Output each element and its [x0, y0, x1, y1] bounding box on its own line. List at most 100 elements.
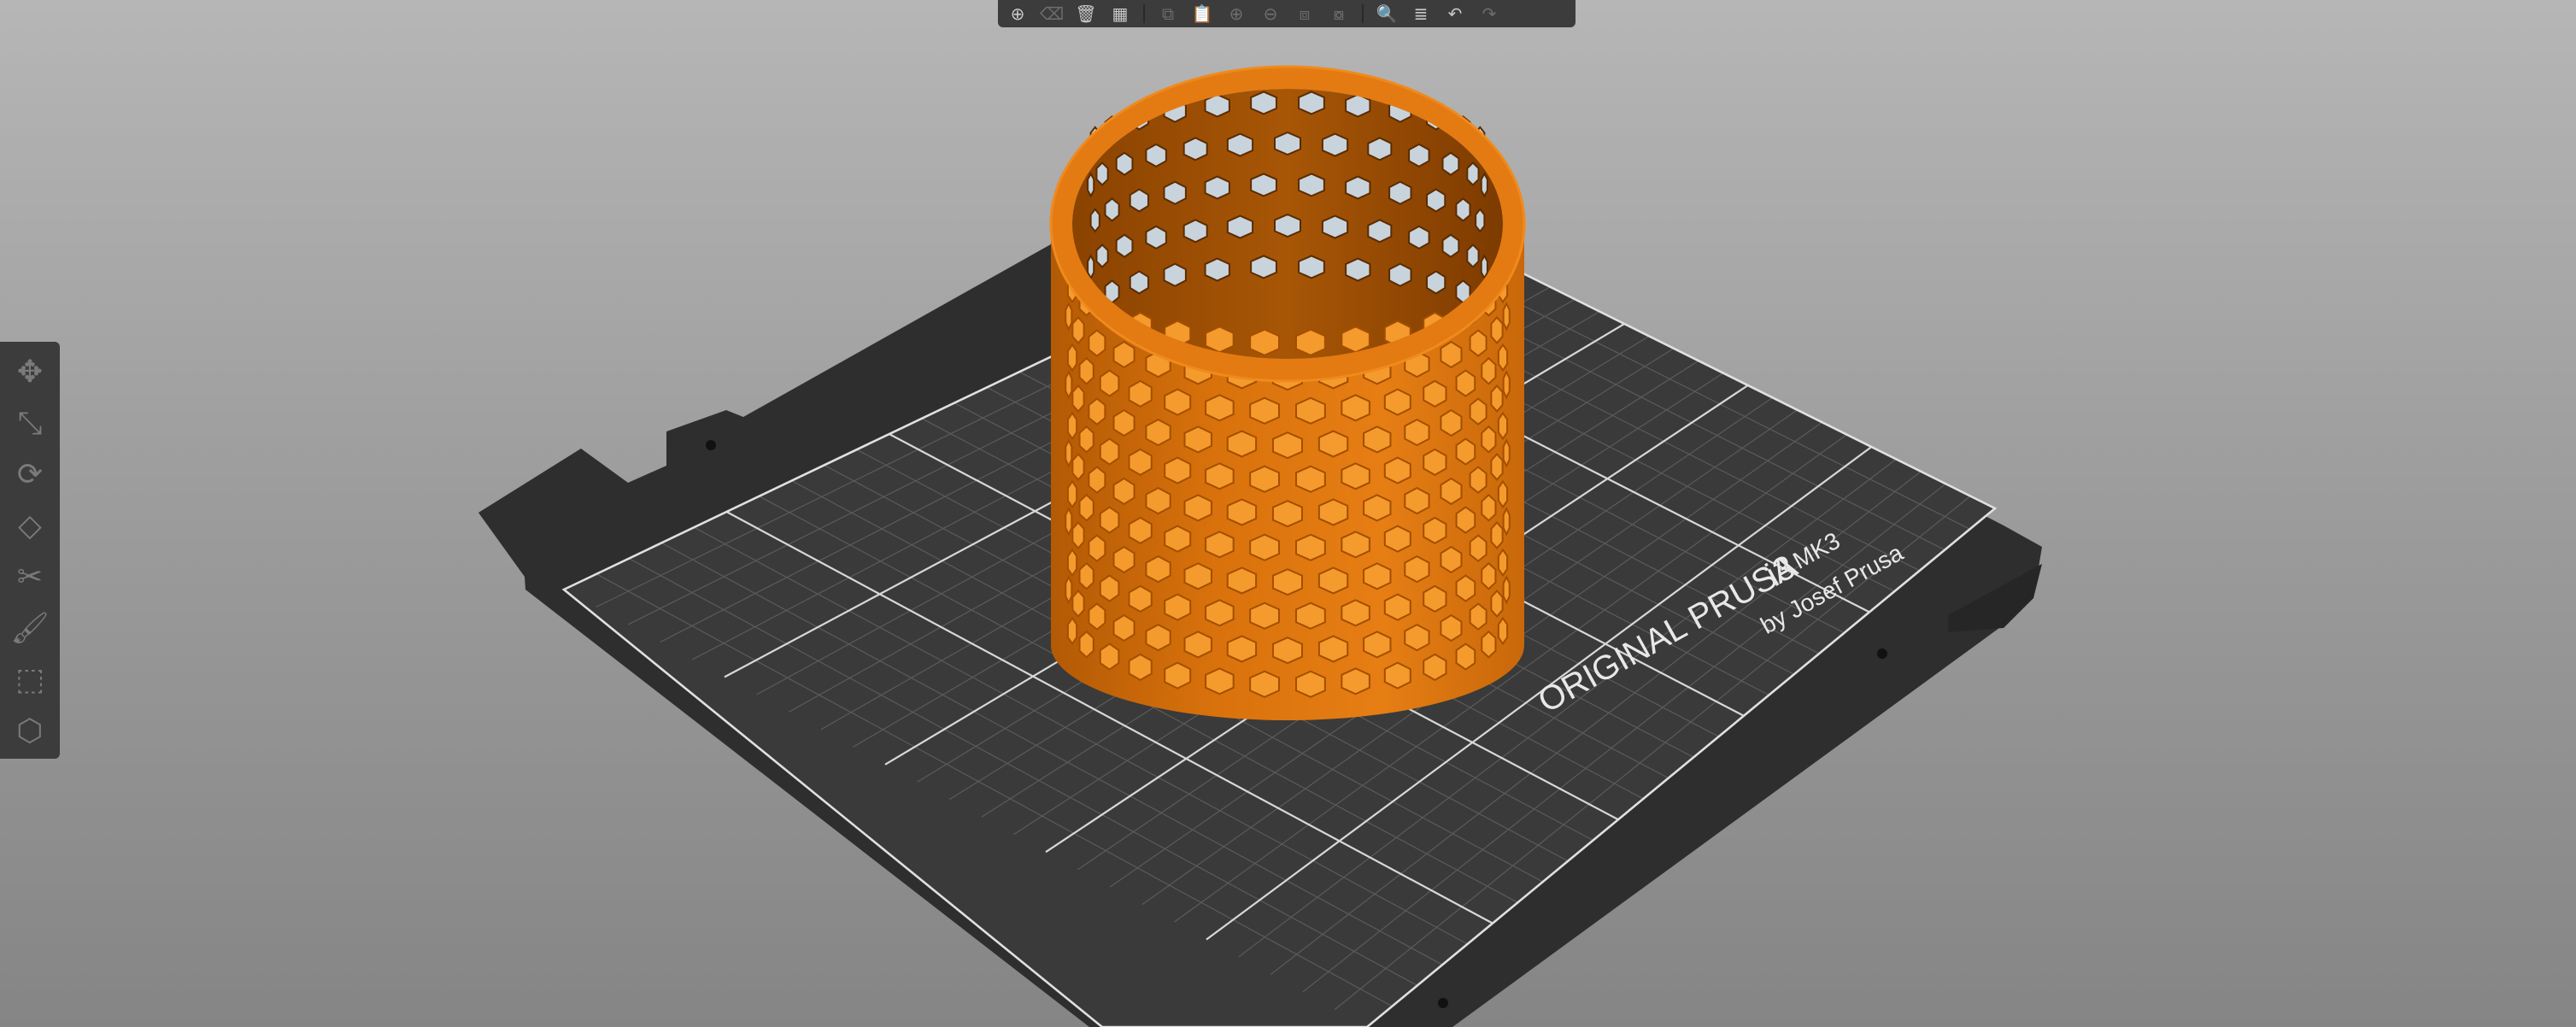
- place-on-face-icon[interactable]: ◇: [4, 502, 56, 550]
- split-objects-icon[interactable]: ⧈: [1290, 2, 1319, 26]
- delete-icon[interactable]: ⌫: [1037, 2, 1066, 26]
- delete-all-icon[interactable]: 🗑: [1071, 2, 1100, 26]
- honeycomb-cell: [1341, 599, 1370, 627]
- honeycomb-cell: [1099, 643, 1120, 671]
- layers-icon[interactable]: ≣: [1406, 2, 1435, 26]
- honeycomb-cell: [1426, 270, 1446, 295]
- model-cylinder[interactable]: [1049, 65, 1526, 720]
- bed-hole: [706, 440, 716, 450]
- add-icon[interactable]: ⊕: [1003, 2, 1032, 26]
- honeycomb-cell: [1502, 574, 1511, 605]
- honeycomb-cell: [1205, 394, 1235, 422]
- honeycomb-cell: [1088, 534, 1106, 562]
- scale-icon[interactable]: ⤡: [4, 400, 56, 448]
- honeycomb-cell: [1383, 593, 1411, 621]
- 3d-viewport[interactable]: ORIGINAL PRUSA i3 MK3 by Josef Prusa: [0, 0, 2576, 1027]
- honeycomb-cell: [1087, 254, 1095, 280]
- honeycomb-cell: [1383, 661, 1411, 690]
- honeycomb-cell: [1205, 531, 1235, 559]
- honeycomb-cell: [1423, 448, 1447, 477]
- honeycomb-cell: [1249, 328, 1280, 356]
- honeycomb-cell: [1295, 396, 1326, 425]
- honeycomb-cell: [1469, 397, 1488, 425]
- honeycomb-cell: [1404, 418, 1430, 447]
- honeycomb-cell: [1490, 520, 1504, 549]
- honeycomb-cell: [1226, 498, 1258, 526]
- honeycomb-cell: [1423, 516, 1447, 545]
- honeycomb-cell: [1112, 477, 1135, 506]
- honeycomb-cell: [1078, 356, 1094, 385]
- honeycomb-cell: [1367, 219, 1393, 244]
- honeycomb-cell: [1071, 384, 1085, 413]
- honeycomb-cell: [1183, 425, 1212, 454]
- honeycomb-cell: [1441, 233, 1460, 258]
- honeycomb-cell: [1078, 493, 1094, 522]
- honeycomb-cell: [1249, 670, 1280, 698]
- arrange-icon[interactable]: ▦: [1106, 2, 1135, 26]
- honeycomb-cell: [1066, 411, 1078, 441]
- honeycomb-cell: [1383, 388, 1411, 416]
- honeycomb-cell: [1164, 388, 1192, 416]
- add-instance-icon[interactable]: ⊕: [1222, 2, 1251, 26]
- honeycomb-cell: [1226, 214, 1254, 239]
- honeycomb-cell: [1480, 254, 1488, 280]
- honeycomb-cell: [1317, 430, 1349, 458]
- honeycomb-cell: [1272, 500, 1303, 528]
- honeycomb-cell: [1145, 623, 1171, 652]
- honeycomb-cell: [1298, 255, 1325, 279]
- honeycomb-cell: [1088, 397, 1106, 425]
- honeycomb-cell: [1112, 340, 1135, 369]
- honeycomb-cell: [1295, 328, 1326, 356]
- paste-icon[interactable]: 📋: [1188, 2, 1217, 26]
- toolbar-separator: [1362, 4, 1364, 23]
- honeycomb-cell: [1502, 437, 1511, 468]
- view-cube-icon[interactable]: ⬡: [4, 707, 56, 755]
- honeycomb-cell: [1497, 548, 1509, 578]
- honeycomb-cell: [1205, 599, 1235, 627]
- honeycomb-cell: [1128, 379, 1153, 408]
- honeycomb-cell: [1071, 315, 1085, 344]
- honeycomb-cell: [1423, 379, 1447, 408]
- honeycomb-cell: [1226, 566, 1258, 595]
- search-icon[interactable]: 🔍: [1372, 2, 1401, 26]
- honeycomb-cell: [1481, 493, 1497, 522]
- honeycomb-cell: [1163, 262, 1187, 287]
- honeycomb-cell: [1497, 411, 1509, 441]
- bed-hole: [1877, 648, 1887, 659]
- honeycomb-cell: [1226, 635, 1258, 663]
- honeycomb-cell: [1345, 175, 1371, 200]
- honeycomb-cell: [1204, 257, 1230, 282]
- seam-painting-icon[interactable]: ⬚: [4, 656, 56, 704]
- honeycomb-cell: [1250, 173, 1277, 197]
- honeycomb-cell: [1341, 462, 1370, 490]
- honeycomb-cell: [1112, 408, 1135, 437]
- honeycomb-cell: [1345, 257, 1371, 282]
- undo-icon[interactable]: ↶: [1441, 2, 1470, 26]
- honeycomb-cell: [1078, 630, 1094, 659]
- cut-icon[interactable]: ✂: [4, 554, 56, 602]
- paint-supports-icon[interactable]: 🖌: [4, 605, 56, 653]
- honeycomb-cell: [1383, 525, 1411, 553]
- honeycomb-cell: [1249, 533, 1280, 561]
- redo-icon[interactable]: ↷: [1475, 2, 1504, 26]
- move-icon[interactable]: ✥: [4, 349, 56, 396]
- honeycomb-cell: [1502, 506, 1511, 537]
- honeycomb-cell: [1408, 225, 1430, 249]
- honeycomb-cell: [1065, 301, 1073, 332]
- honeycomb-cell: [1383, 456, 1411, 484]
- split-parts-icon[interactable]: ⧇: [1324, 2, 1353, 26]
- honeycomb-cell: [1128, 448, 1153, 477]
- honeycomb-cell: [1441, 151, 1460, 176]
- honeycomb-cell: [1502, 301, 1511, 332]
- honeycomb-cell: [1490, 452, 1504, 481]
- honeycomb-cell: [1295, 465, 1326, 493]
- honeycomb-cell: [1469, 602, 1488, 631]
- honeycomb-cell: [1112, 545, 1135, 574]
- honeycomb-cell: [1250, 255, 1277, 279]
- honeycomb-cell: [1088, 329, 1106, 357]
- copy-icon[interactable]: ⧉: [1153, 2, 1182, 26]
- honeycomb-cell: [1321, 214, 1349, 239]
- remove-instance-icon[interactable]: ⊖: [1256, 2, 1285, 26]
- honeycomb-cell: [1164, 456, 1192, 484]
- rotate-icon[interactable]: ⟳: [4, 451, 56, 499]
